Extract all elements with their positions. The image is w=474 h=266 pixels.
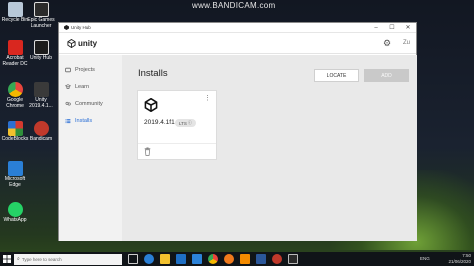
installs-panel: Installs LOCATE ADD ⋮ 2019.4.1f1 LTS ⓘ <box>122 55 417 241</box>
whatsapp-icon <box>7 202 23 217</box>
unity-hub-icon <box>33 40 49 55</box>
mail-icon[interactable] <box>192 254 202 264</box>
sidebar-item-label: Learn <box>75 83 90 90</box>
acrobat-icon <box>7 40 23 55</box>
unity-editor-icon <box>144 98 158 112</box>
sidebar-item-learn[interactable]: Learn <box>59 78 122 95</box>
unity-hub-window: Unity Hub – ☐ ✕ unity ⚙ Zu Projects Lear… <box>58 22 417 241</box>
chrome-icon <box>7 82 23 97</box>
card-divider <box>138 143 216 144</box>
word-icon[interactable] <box>256 254 266 264</box>
clock-date: 21/06/2020 <box>448 258 471 264</box>
unity-logo-icon <box>67 38 76 48</box>
windows-logo-icon <box>3 255 11 263</box>
file-explorer-icon[interactable] <box>160 254 170 264</box>
sidebar-item-projects[interactable]: Projects <box>59 61 122 78</box>
minimize-button[interactable]: – <box>368 23 384 33</box>
desktop-icon-unity[interactable]: Unity 2019.4.1... <box>26 82 56 109</box>
recording-watermark: www.BANDICAM.com <box>192 1 276 10</box>
install-card[interactable]: ⋮ 2019.4.1f1 LTS ⓘ <box>137 90 217 160</box>
gear-icon[interactable]: ⚙ <box>383 39 391 48</box>
community-icon <box>65 101 71 106</box>
search-icon: ⌕ <box>17 256 20 262</box>
window-title: Unity Hub <box>71 25 91 30</box>
edge-icon[interactable] <box>144 254 154 264</box>
desktop-icon-bandicam[interactable]: Bandicam <box>26 121 56 143</box>
vlc-icon[interactable] <box>240 254 250 264</box>
learn-icon <box>65 83 71 89</box>
desktop-icon-edge[interactable]: Microsoft Edge <box>0 161 30 188</box>
more-options-icon[interactable]: ⋮ <box>204 95 211 102</box>
trash-icon[interactable] <box>144 147 151 156</box>
sidebar: Projects Learn Community Installs <box>59 55 122 241</box>
info-icon: ⓘ <box>187 120 192 125</box>
desktop-icon-unity-hub[interactable]: Unity Hub <box>26 40 56 62</box>
installs-icon <box>65 118 71 123</box>
taskbar-search[interactable]: ⌕ Type here to search <box>14 253 122 265</box>
language-indicator[interactable]: ENG <box>420 256 430 262</box>
hub-header: unity ⚙ Zu <box>59 33 416 54</box>
sidebar-item-label: Projects <box>75 66 95 73</box>
firefox-icon[interactable] <box>224 254 234 264</box>
add-button[interactable]: ADD <box>364 69 409 82</box>
unity-icon <box>33 82 49 97</box>
desktop-icon-whatsapp[interactable]: WhatsApp <box>0 202 30 224</box>
sidebar-item-community[interactable]: Community <box>59 95 122 112</box>
edge-icon <box>7 161 23 176</box>
account-avatar[interactable]: Zu <box>403 40 410 46</box>
projects-icon <box>65 67 71 72</box>
store-icon[interactable] <box>176 254 186 264</box>
sidebar-item-label: Community <box>75 100 103 107</box>
chrome-icon[interactable] <box>208 254 218 264</box>
recycle-bin-icon <box>7 2 23 17</box>
bandicam-icon[interactable] <box>272 254 282 264</box>
close-button[interactable]: ✕ <box>400 23 416 33</box>
search-placeholder: Type here to search <box>21 256 62 262</box>
unity-hub-icon[interactable] <box>288 254 298 264</box>
sidebar-item-label: Installs <box>75 117 93 124</box>
codeblocks-icon <box>7 121 23 136</box>
install-version: 2019.4.1f1 <box>144 119 175 126</box>
epic-games-icon <box>33 2 49 17</box>
unity-app-icon <box>64 25 69 30</box>
taskbar: ⌕ Type here to search <box>0 252 474 266</box>
unity-logo: unity <box>67 38 98 48</box>
lts-badge: LTS ⓘ <box>175 119 196 127</box>
title-bar[interactable]: Unity Hub – ☐ ✕ <box>59 23 416 33</box>
sidebar-item-installs[interactable]: Installs <box>59 112 122 129</box>
page-title: Installs <box>138 68 168 79</box>
logo-text: unity <box>78 38 98 48</box>
system-tray[interactable]: ENG 7:50 21/06/2020 <box>404 253 474 266</box>
maximize-button[interactable]: ☐ <box>384 23 400 33</box>
start-button[interactable] <box>0 252 14 266</box>
desktop-icon-epic-games[interactable]: Epic Games Launcher <box>26 2 56 29</box>
task-view-icon[interactable] <box>128 254 138 264</box>
bandicam-icon <box>33 121 49 136</box>
locate-button[interactable]: LOCATE <box>314 69 359 82</box>
